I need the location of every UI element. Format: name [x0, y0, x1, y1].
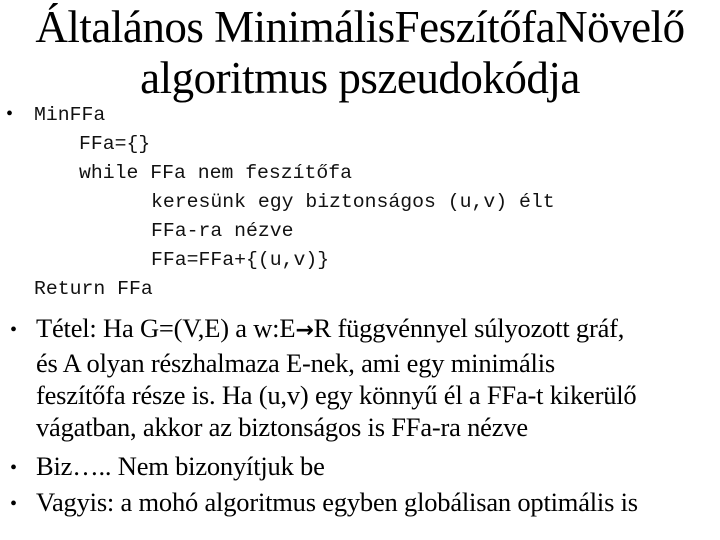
slide-title: Általános MinimálisFeszítőfaNövelő algor… [0, 2, 720, 104]
arrow-right-icon: → [295, 318, 314, 343]
pseudocode-line: FFa={} [79, 133, 151, 155]
conclusion-text: Vagyis: a mohó algoritmus egyben globáli… [36, 487, 638, 517]
bullet-icon: • [10, 493, 18, 515]
pseudocode-line: keresünk egy biztonságos (u,v) élt [151, 191, 555, 213]
bullet-icon: • [10, 457, 18, 479]
bullet-icon: • [10, 319, 18, 341]
bullet-icon: • [6, 103, 14, 125]
title-line-2: algoritmus pszeudokódja [140, 53, 580, 103]
pseudocode-line: Return FFa [34, 278, 153, 300]
pseudocode-name: MinFFa [34, 104, 106, 126]
pseudocode-line: while FFa nem feszítőfa [79, 162, 353, 184]
theorem-text: Tétel: Ha G=(V,E) a w:E→R függvénnyel sú… [36, 312, 716, 443]
proof-text: Biz….. Nem bizonyítjuk be [36, 451, 325, 481]
theorem-line-4: vágatban, akkor az biztonságos is FFa-ra… [36, 412, 528, 442]
pseudocode-line: FFa-ra nézve [151, 220, 294, 242]
title-line-1: Általános MinimálisFeszítőfaNövelő [35, 2, 685, 52]
theorem-line-1: Tétel: Ha G=(V,E) a w:E→R függvénnyel sú… [36, 313, 625, 343]
theorem-line-3: feszítőfa része is. Ha (u,v) egy könnyű … [36, 380, 637, 410]
pseudocode-line: FFa=FFa+{(u,v)} [151, 249, 330, 271]
theorem-line-2: és A olyan részhalmaza E-nek, ami egy mi… [36, 348, 555, 378]
